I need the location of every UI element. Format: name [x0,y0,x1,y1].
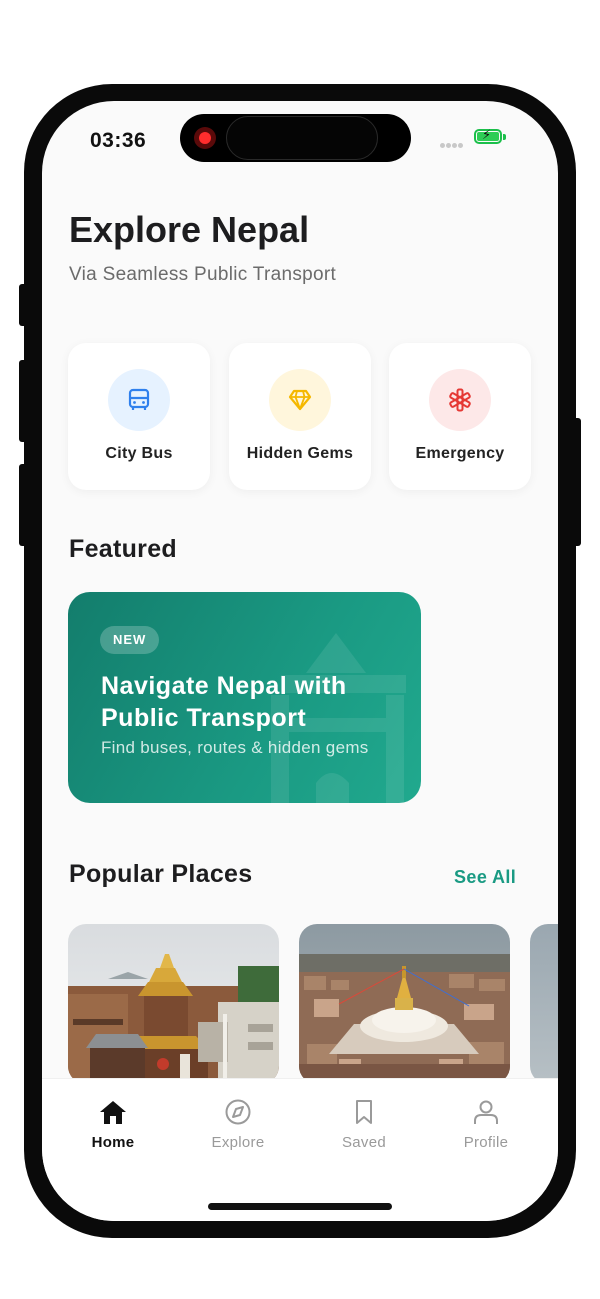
city-bus-icon-circle [108,369,170,431]
page-title: Explore Nepal [69,209,310,250]
nav-home[interactable]: Home [58,1099,168,1151]
volume-up-button [19,360,27,442]
user-icon [474,1100,498,1124]
featured-card[interactable]: NEW Navigate Nepal with Public Transport… [68,592,421,803]
app-screen: 03:36 ⚡ Explore Nepal Via Seamless Publi… [42,101,558,1221]
emergency-card[interactable]: Emergency [389,343,531,490]
new-badge: NEW [100,626,160,654]
nav-saved-label: Saved [341,1134,387,1151]
action-button [19,284,27,326]
boudhanath-stupa-photo [299,924,510,1084]
page-subtitle: Via Seamless Public Transport [69,264,337,285]
city-bus-card[interactable]: City Bus [68,343,210,490]
nav-saved[interactable]: Saved [309,1099,419,1151]
place-card-boudhanath[interactable] [299,924,510,1084]
see-all-link[interactable]: See All [454,867,516,888]
nav-explore[interactable]: Explore [183,1099,293,1151]
nav-profile[interactable]: Profile [431,1099,541,1151]
dynamic-island [180,114,411,162]
pashupatinath-temple-photo [68,924,279,1084]
bookmark-icon [356,1100,372,1124]
place-card-pashupatinath[interactable] [68,924,279,1084]
emergency-icon-circle [429,369,491,431]
hidden-gems-icon-circle [269,369,331,431]
battery-cap [503,134,506,140]
featured-title: Navigate Nepal with Public Transport [101,672,347,732]
diamond-icon [288,389,312,411]
home-icon [100,1101,126,1124]
nav-explore-label: Explore [211,1134,265,1151]
hidden-gems-card[interactable]: Hidden Gems [229,343,371,490]
bottom-navigation: Home Explore Saved Profile [42,1078,558,1221]
popular-places-heading: Popular Places [69,860,253,888]
island-pill [226,116,378,160]
power-button [573,418,581,546]
compass-icon [225,1099,251,1125]
signal-icon [440,135,470,148]
place-card-partial[interactable] [530,924,558,1084]
bus-icon [128,388,150,410]
emergency-label: Emergency [415,445,505,462]
featured-subtitle: Find buses, routes & hidden gems [101,738,369,757]
battery-icon: ⚡ [474,127,502,144]
city-bus-label: City Bus [105,445,173,462]
nav-profile-label: Profile [463,1134,509,1151]
nav-home-label: Home [91,1134,135,1151]
medical-icon [449,388,471,412]
status-time: 03:36 [90,129,147,152]
charging-bolt-icon: ⚡ [482,127,492,142]
volume-down-button [19,464,27,546]
featured-heading: Featured [69,535,177,563]
home-indicator[interactable] [208,1203,392,1210]
recording-indicator-icon [194,127,216,149]
hidden-gems-label: Hidden Gems [246,445,354,462]
